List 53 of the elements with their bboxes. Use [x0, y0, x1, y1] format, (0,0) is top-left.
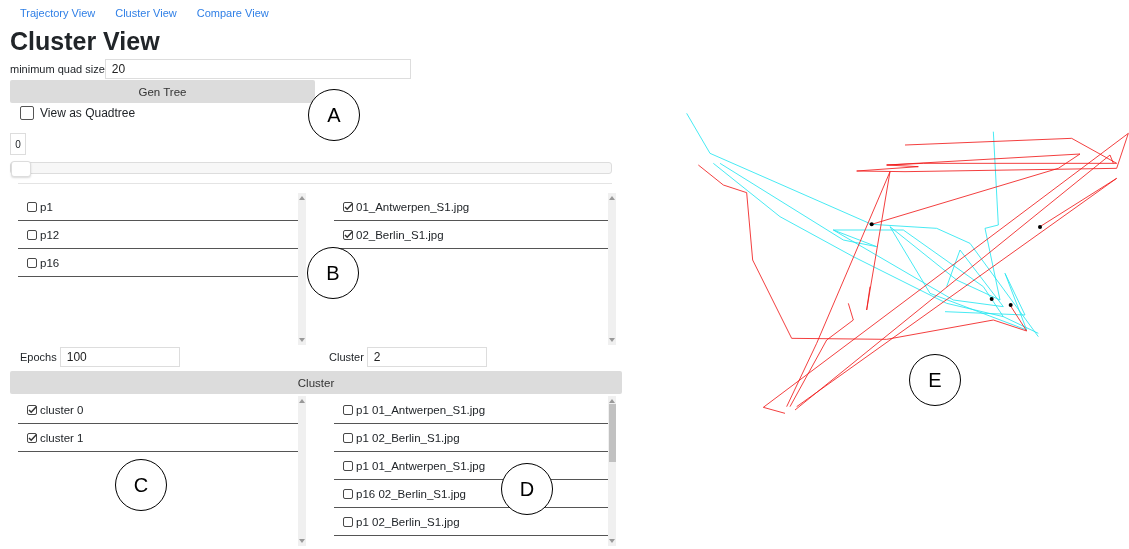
checkbox-icon[interactable] [343, 404, 353, 415]
scroll-up-icon[interactable] [299, 196, 305, 200]
field-label: Epochs [20, 351, 57, 363]
checked-checkbox-icon[interactable] [27, 404, 37, 415]
checkbox-icon[interactable] [27, 201, 37, 212]
list-item[interactable]: cluster 0 [18, 396, 298, 424]
field-label: Cluster [329, 351, 364, 363]
checked-checkbox-icon[interactable] [343, 229, 353, 240]
checked-checkbox-icon[interactable] [27, 432, 37, 443]
list-item[interactable]: cluster 1 [18, 424, 298, 452]
checkbox[interactable] [20, 106, 34, 120]
checkbox-icon[interactable] [343, 516, 353, 527]
checkbox-icon[interactable] [343, 432, 353, 443]
checkbox-icon[interactable] [27, 257, 37, 268]
scrollbar[interactable] [608, 193, 616, 345]
scrollbar[interactable] [298, 193, 306, 345]
input-field[interactable]: 100 [59, 347, 180, 367]
input-field[interactable]: 2 [366, 347, 487, 367]
scrollbar[interactable] [608, 396, 616, 546]
gen-tree-button[interactable]: Gen Tree [10, 80, 315, 103]
list-item[interactable]: p1 01_Antwerpen_S1.jpg [334, 396, 608, 424]
nav-link[interactable]: Cluster View [115, 5, 177, 21]
slider-thumb[interactable] [11, 161, 31, 177]
cluster-button[interactable]: Cluster [10, 371, 622, 394]
list-item[interactable]: p1 [18, 193, 298, 221]
callout-label: A [308, 89, 360, 141]
list-item[interactable]: p12 [18, 221, 298, 249]
callout-label: C [115, 459, 167, 511]
scroll-down-icon[interactable] [299, 539, 305, 543]
list-item[interactable]: p1 02_Berlin_S1.jpg [334, 424, 608, 452]
scrollbar[interactable] [298, 396, 306, 546]
list-item[interactable]: 01_Antwerpen_S1.jpg [334, 193, 608, 221]
input-field[interactable]: 20 [104, 59, 411, 79]
scroll-up-icon[interactable] [299, 399, 305, 403]
callout-label: E [909, 354, 961, 406]
scroll-down-icon[interactable] [299, 338, 305, 342]
nav-link[interactable]: Trajectory View [20, 5, 96, 21]
checked-checkbox-icon[interactable] [343, 201, 353, 212]
checkbox-icon[interactable] [343, 488, 353, 499]
field-label: minimum quad size [10, 63, 105, 75]
checkbox-label: View as Quadtree [40, 106, 136, 120]
scroll-down-icon[interactable] [609, 539, 615, 543]
scroll-up-icon[interactable] [609, 196, 615, 200]
callout-label: B [307, 247, 359, 299]
slider-track[interactable] [10, 162, 612, 174]
checkbox-icon[interactable] [27, 229, 37, 240]
scroll-down-icon[interactable] [609, 338, 615, 342]
nav-link[interactable]: Compare View [196, 5, 269, 21]
page-title: Cluster View [10, 26, 161, 56]
callout-label: D [501, 463, 553, 515]
list-item[interactable]: p16 [18, 249, 298, 277]
checkbox-icon[interactable] [343, 460, 353, 471]
slider-value: 0 [10, 133, 26, 155]
